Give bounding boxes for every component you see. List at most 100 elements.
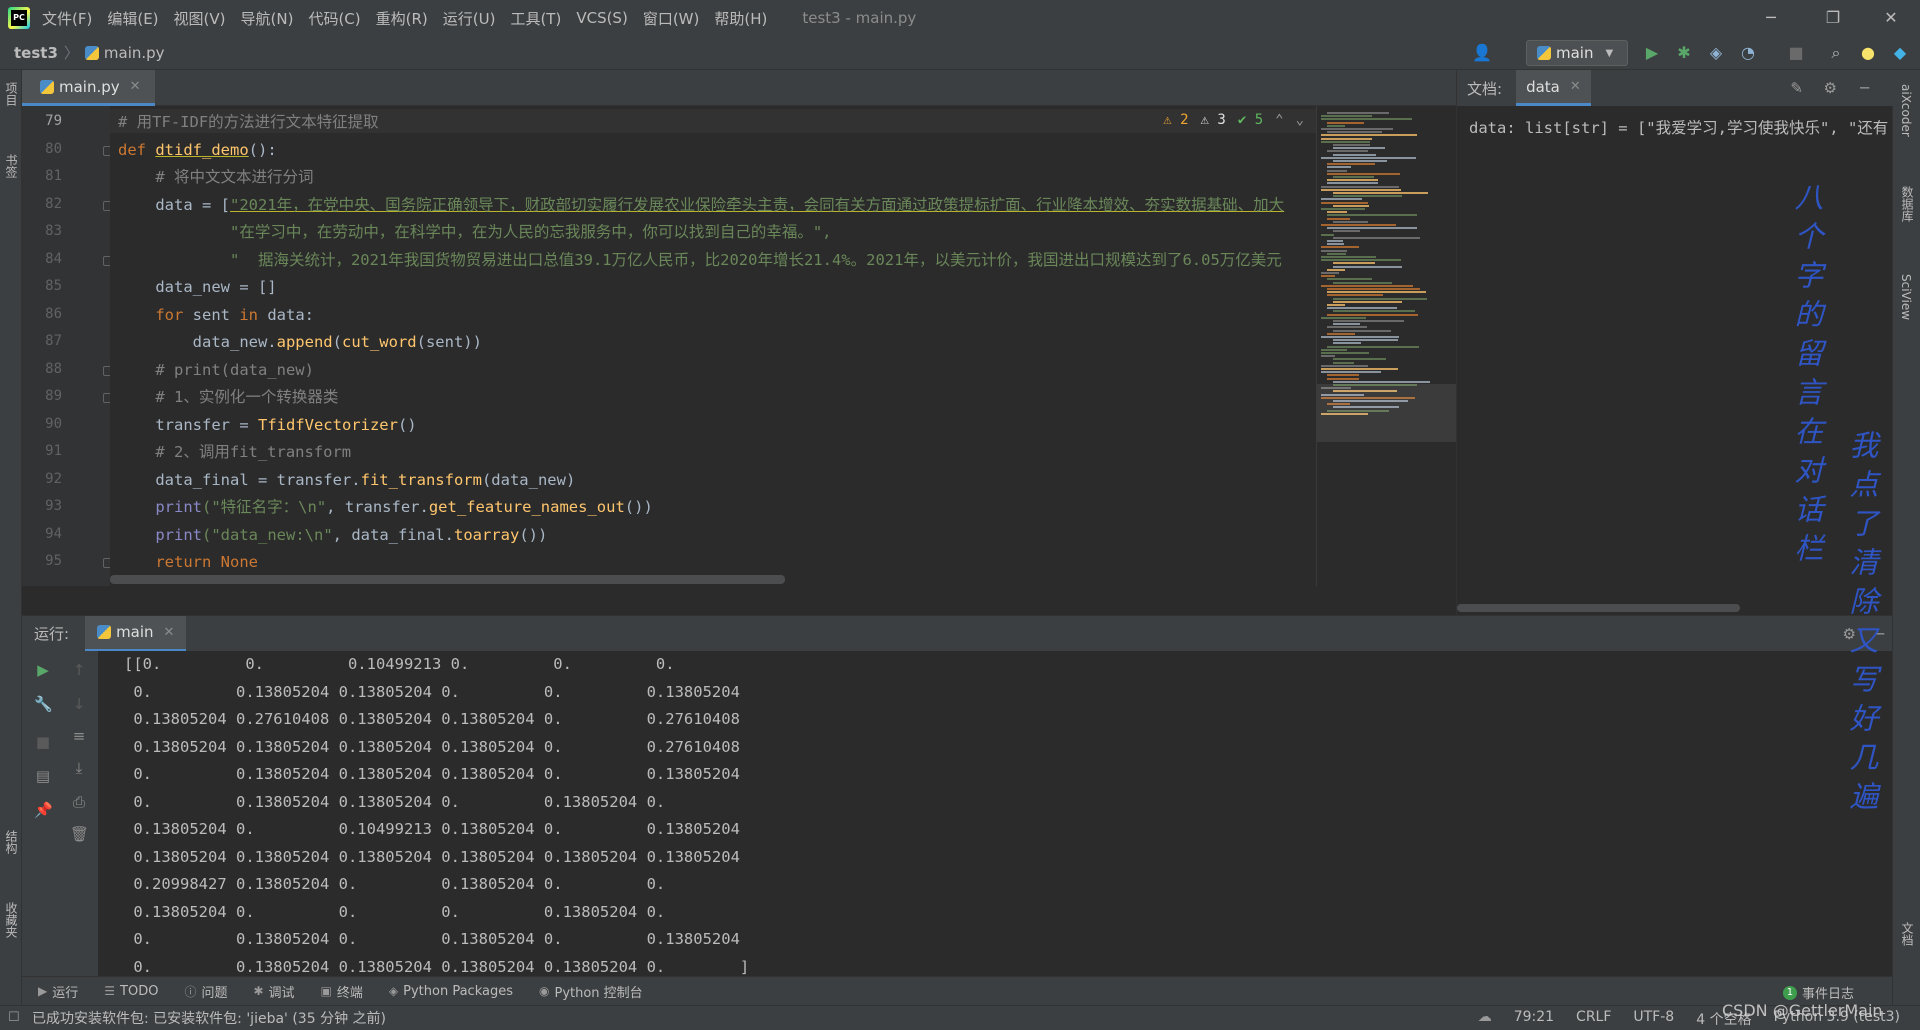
close-tab-icon[interactable]: ✕ <box>130 79 141 94</box>
gear-icon[interactable]: ⚙ <box>1824 79 1837 97</box>
jetbrains-icon[interactable]: ◆ <box>1890 43 1910 63</box>
chevron-down-icon[interactable]: ⌄ <box>1296 112 1304 128</box>
code-line[interactable]: print("特征名字：\n", transfer.get_feature_na… <box>118 496 652 518</box>
inspection-widget[interactable]: ⚠ 2 ⚠ 3 ✔ 5 ⌃ ⌄ <box>1163 112 1304 128</box>
hide-icon[interactable]: ─ <box>1860 79 1869 97</box>
tool-tab-python-packages[interactable]: ◈ Python Packages <box>389 984 513 999</box>
line-number[interactable]: 87 <box>22 333 62 349</box>
typo-ok-count[interactable]: ✔ 5 <box>1238 112 1263 128</box>
menu-tools[interactable]: 工具(T) <box>510 8 561 29</box>
line-number[interactable]: 85 <box>22 278 62 294</box>
minimize-button[interactable]: ─ <box>1748 0 1794 36</box>
menu-navigate[interactable]: 导航(N) <box>241 8 294 29</box>
sciview-tool-button[interactable]: SciView <box>1899 274 1913 320</box>
rerun-icon[interactable]: ▶ <box>34 661 52 679</box>
caret-position[interactable]: 79:21 <box>1514 1009 1554 1029</box>
tool-tab-terminal[interactable]: ▣ 终端 <box>321 982 363 1001</box>
run-tab-main[interactable]: main ✕ <box>85 615 187 652</box>
menu-code[interactable]: 代码(C) <box>308 8 360 29</box>
toggle-tool-windows-icon[interactable]: ☐ <box>8 1010 20 1025</box>
line-number[interactable]: 93 <box>22 498 62 514</box>
code-line[interactable]: # 2、调用fit_transform <box>118 441 351 463</box>
weak-warning-count[interactable]: ⚠ 3 <box>1201 112 1226 128</box>
minimap-viewport[interactable] <box>1317 384 1456 442</box>
doc-tab-data[interactable]: data ✕ <box>1516 70 1591 106</box>
soft-wrap-icon[interactable]: ≡ <box>70 727 88 745</box>
tool-tab-todo[interactable]: ☰ TODO <box>104 984 158 999</box>
run-icon[interactable]: ▶ <box>1642 43 1662 63</box>
bookmarks-tool-button[interactable]: 书签 <box>3 154 20 178</box>
code-line[interactable]: " 据海关统计，2021年我国货物贸易进出口总值39.1万亿人民币，比2020年… <box>118 249 1282 271</box>
line-number[interactable]: 91 <box>22 443 62 459</box>
menu-help[interactable]: 帮助(H) <box>714 8 767 29</box>
editor-tab-main-py[interactable]: main.py ✕ <box>22 70 155 106</box>
docs-tool-button[interactable]: 文档 <box>1899 922 1916 946</box>
tool-tab-run[interactable]: ▶ 运行 <box>38 982 78 1001</box>
edit-icon[interactable]: ✎ <box>1790 79 1803 97</box>
stop-icon[interactable]: ■ <box>34 733 52 751</box>
line-number[interactable]: 82 <box>22 196 62 212</box>
code-line[interactable]: # 用TF-IDF的方法进行文本特征提取 <box>118 111 379 133</box>
structure-tool-button[interactable]: 结构 <box>3 830 20 854</box>
search-icon[interactable]: ⌕ <box>1826 43 1846 63</box>
arrow-down-icon[interactable]: ↓ <box>70 695 88 713</box>
editor-horizontal-scrollbar[interactable] <box>110 575 785 584</box>
line-number[interactable]: 80 <box>22 141 62 157</box>
code-line[interactable]: transfer = TfidfVectorizer() <box>118 414 416 436</box>
close-tab-icon[interactable]: ✕ <box>1570 79 1581 94</box>
menu-file[interactable]: 文件(F) <box>42 8 92 29</box>
file-encoding[interactable]: UTF-8 <box>1633 1009 1674 1029</box>
code-editor[interactable]: ⚠ 2 ⚠ 3 ✔ 5 ⌃ ⌄ # 用TF-IDF的方法进行文本特征提取 def … <box>110 106 1316 586</box>
wrench-icon[interactable]: 🔧 <box>34 695 53 713</box>
line-number[interactable]: 95 <box>22 553 62 569</box>
menu-refactor[interactable]: 重构(R) <box>376 8 428 29</box>
code-line[interactable]: for sent in data: <box>118 304 314 326</box>
run-console-output[interactable]: [[0. 0. 0.10499213 0. 0. 0. 0. 0.1380520… <box>98 651 1892 976</box>
debug-icon[interactable]: ✱ <box>1674 43 1694 63</box>
scroll-to-end-icon[interactable]: ⤓ <box>70 759 88 777</box>
line-number[interactable]: 83 <box>22 223 62 239</box>
user-icon[interactable]: 👤 <box>1472 43 1492 63</box>
code-line[interactable]: # 1、实例化一个转换器类 <box>118 386 338 408</box>
doc-horizontal-scrollbar[interactable] <box>1457 604 1740 612</box>
line-number[interactable]: 94 <box>22 526 62 542</box>
line-number[interactable]: 89 <box>22 388 62 404</box>
chevron-up-icon[interactable]: ⌃ <box>1275 112 1283 128</box>
restore-button[interactable]: ❐ <box>1810 0 1856 36</box>
line-number[interactable]: 84 <box>22 251 62 267</box>
arrow-up-icon[interactable]: ↑ <box>70 661 88 679</box>
code-minimap[interactable] <box>1316 106 1456 586</box>
network-icon[interactable]: ☁ <box>1478 1009 1492 1029</box>
tool-tab-debug[interactable]: ✱ 调试 <box>253 982 294 1001</box>
code-line[interactable]: # 将中文文本进行分词 <box>118 166 313 188</box>
code-line[interactable]: data = ["2021年，在党中央、国务院正确领导下，财政部切实履行发展农业… <box>118 194 1284 216</box>
tool-tab-python-console[interactable]: ◉ Python 控制台 <box>539 982 643 1001</box>
tool-tab-problems[interactable]: ⓘ 问题 <box>184 982 227 1001</box>
code-line[interactable]: "在学习中，在劳动中，在科学中，在为人民的忘我服务中，你可以找到自己的幸福。", <box>118 221 832 243</box>
database-tool-button[interactable]: 数据库 <box>1899 186 1916 222</box>
ide-features-icon[interactable]: ● <box>1858 43 1878 63</box>
code-line[interactable]: # print(data_new) <box>118 359 314 381</box>
pin-icon[interactable]: 📌 <box>34 801 53 819</box>
code-line[interactable]: return None <box>118 551 258 573</box>
close-button[interactable]: ✕ <box>1868 0 1914 36</box>
run-config-selector[interactable]: main ▼ <box>1526 40 1628 66</box>
trash-icon[interactable]: 🗑 <box>70 825 89 843</box>
aixcoder-tool-button[interactable]: aiXcoder <box>1899 84 1913 137</box>
line-number[interactable]: 92 <box>22 471 62 487</box>
project-tool-button[interactable]: 项目 <box>3 82 20 106</box>
print-icon[interactable]: ⎙ <box>70 793 88 811</box>
line-number[interactable]: 79 <box>22 113 62 129</box>
breadcrumb-file[interactable]: main.py <box>104 44 165 62</box>
warning-count[interactable]: ⚠ 2 <box>1163 112 1188 128</box>
menu-window[interactable]: 窗口(W) <box>643 8 700 29</box>
layout-icon[interactable]: ▤ <box>34 767 52 785</box>
stop-icon[interactable]: ■ <box>1786 43 1806 63</box>
code-line[interactable]: data_new = [] <box>118 276 276 298</box>
menu-vcs[interactable]: VCS(S) <box>576 9 627 27</box>
menu-view[interactable]: 视图(V) <box>174 8 226 29</box>
favorites-tool-button[interactable]: 收藏夹 <box>3 902 20 938</box>
menu-run[interactable]: 运行(U) <box>443 8 496 29</box>
line-number[interactable]: 81 <box>22 168 62 184</box>
line-number[interactable]: 88 <box>22 361 62 377</box>
